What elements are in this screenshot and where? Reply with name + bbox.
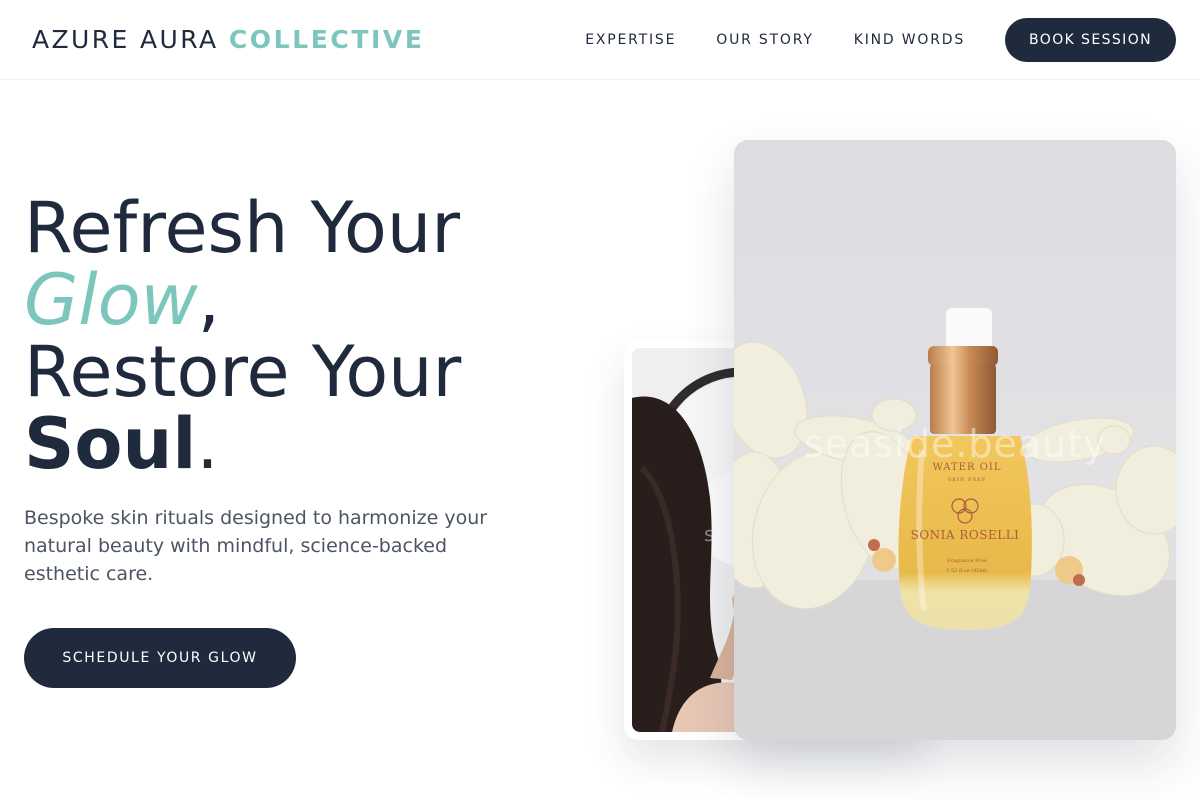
hero-title-soul: Soul [24, 403, 197, 485]
hero-title: Refresh Your Glow, Restore Your Soul. [24, 192, 584, 480]
hero-title-glow: Glow [24, 259, 198, 341]
brand-logo[interactable]: AZURE AURA COLLECTIVE [32, 25, 425, 54]
logo-primary: AZURE AURA [32, 25, 219, 54]
hero-title-comma: , [197, 259, 221, 341]
bottle-product-sub: SKIN PREP [947, 477, 987, 483]
nav-kind-words[interactable]: KIND WORDS [854, 32, 965, 48]
bottle-brand: SONIA ROSELLI [910, 528, 1020, 542]
hero-title-line-2: Glow, [24, 264, 584, 336]
bottle-size: 1.52 fl.oz (45ml) [946, 568, 988, 574]
secondary-watermark: se [704, 522, 729, 546]
main-nav: EXPERTISE OUR STORY KIND WORDS BOOK SESS… [585, 17, 1176, 62]
hero-title-period: . [196, 403, 219, 485]
hero-subtitle: Bespoke skin rituals designed to harmoni… [24, 507, 488, 585]
main-product-photo: WATER OIL SKIN PREP SONIA ROSELLI Fragra… [734, 140, 1176, 740]
schedule-glow-button[interactable]: SCHEDULE YOUR GLOW [24, 628, 296, 688]
site-header: AZURE AURA COLLECTIVE EXPERTISE OUR STOR… [0, 0, 1200, 80]
nav-our-story[interactable]: OUR STORY [716, 32, 814, 48]
main-watermark: seaside.beauty [804, 422, 1107, 466]
book-session-button[interactable]: BOOK SESSION [1005, 17, 1176, 62]
hero-title-line-3: Restore Your [24, 331, 462, 413]
logo-accent: COLLECTIVE [228, 25, 425, 54]
nav-expertise[interactable]: EXPERTISE [585, 32, 676, 48]
hero-title-line-4: Soul. [24, 408, 584, 480]
hero-title-line-1: Refresh Your [24, 187, 461, 269]
bottle-note: Fragrance Free [947, 558, 987, 564]
